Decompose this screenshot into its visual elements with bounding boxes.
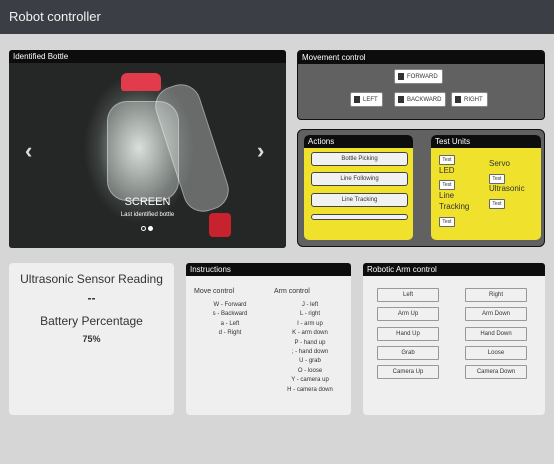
list-item: W - Forward: [213, 302, 247, 308]
test-units-card: Test Units Test LED Test Line Tracking T…: [431, 135, 541, 240]
bottle-picking-button[interactable]: Bottle Picking: [311, 152, 408, 166]
list-item: O - loose: [297, 367, 323, 374]
led-test-button[interactable]: Test: [439, 180, 455, 190]
backward-label: BACKWARD: [407, 96, 442, 103]
battery-title: Battery Percentage: [40, 314, 143, 328]
line-tracking-test-button[interactable]: Test: [439, 217, 455, 227]
line-following-button[interactable]: Line Following: [311, 172, 408, 186]
key-icon: [354, 96, 360, 103]
forward-label: FORWARD: [407, 73, 438, 80]
forward-button[interactable]: FORWARD: [394, 69, 443, 84]
list-item: a - Left: [220, 320, 240, 327]
line-label: Line: [439, 191, 455, 200]
key-icon: [398, 96, 404, 103]
movement-header: Movement control: [298, 51, 544, 64]
instructions-card: Instructions Move control W - Forward s …: [186, 263, 351, 415]
arm-control-title: Arm control: [274, 288, 310, 295]
arm-right-button[interactable]: Right: [465, 288, 527, 302]
list-item: U - grab: [299, 358, 321, 365]
ultrasonic-title: Ultrasonic Sensor Reading: [20, 272, 163, 286]
list-item: K - arm down: [292, 330, 328, 337]
list-item: I - arm up: [297, 320, 323, 327]
app-title: Robot controller: [9, 9, 101, 24]
carousel-caption-title: SCREEN: [124, 196, 171, 208]
key-icon: [398, 73, 404, 80]
list-item: d - Right: [218, 330, 242, 337]
list-item: L - right: [299, 311, 321, 318]
robotic-arm-card: Robotic Arm control Left Arm Up Hand Up …: [363, 263, 545, 415]
loose-button[interactable]: Loose: [465, 346, 527, 360]
camera-down-button[interactable]: Camera Down: [465, 365, 527, 379]
left-label: LEFT: [363, 96, 378, 103]
list-item: J - left: [301, 302, 319, 308]
move-control-list: W - Forward s - Backward a - Left d - Ri…: [194, 301, 266, 339]
list-item: s - Backward: [212, 311, 248, 318]
camera-up-button[interactable]: Camera Up: [377, 365, 439, 379]
list-item: ; - hand down: [291, 349, 329, 356]
test-units-header: Test Units: [431, 135, 541, 148]
actions-header: Actions: [304, 135, 413, 148]
tracking-label: Tracking: [439, 202, 470, 211]
carousel-prev-button[interactable]: ‹: [25, 138, 32, 164]
servo-test-button[interactable]: Test: [489, 174, 505, 184]
carousel-caption-subtitle: Last identified bottle: [120, 212, 175, 218]
identified-bottle-carousel: Identified Bottle ‹ › SCREEN Last identi…: [9, 50, 286, 248]
right-label: RIGHT: [464, 96, 483, 103]
arm-control-list: J - left L - right I - arm up K - arm do…: [278, 301, 342, 395]
ultrasonic-label: Ultrasonic: [489, 184, 525, 193]
carousel-header: Identified Bottle: [9, 50, 286, 63]
sensor-card: Ultrasonic Sensor Reading -- Battery Per…: [9, 263, 174, 415]
arm-up-button[interactable]: Arm Up: [377, 307, 439, 321]
right-button[interactable]: RIGHT: [451, 92, 488, 107]
grab-button[interactable]: Grab: [377, 346, 439, 360]
arm-down-button[interactable]: Arm Down: [465, 307, 527, 321]
extra-action-button[interactable]: [311, 214, 408, 220]
app-header: Robot controller: [0, 0, 554, 34]
list-item: Y - camera up: [291, 377, 329, 384]
hand-down-button[interactable]: Hand Down: [465, 327, 527, 341]
bottle-image: [9, 63, 286, 248]
instructions-header: Instructions: [186, 263, 351, 276]
carousel-indicator-1[interactable]: [141, 226, 146, 231]
line-tracking-button[interactable]: Line Tracking: [311, 193, 408, 207]
move-control-title: Move control: [194, 288, 235, 295]
ultrasonic-test-button[interactable]: Test: [489, 199, 505, 209]
backward-button[interactable]: BACKWARD: [394, 92, 447, 107]
ultrasonic-reading: --: [87, 291, 96, 305]
key-icon: [455, 96, 461, 103]
actions-test-panel: Actions Bottle Picking Line Following Li…: [297, 129, 545, 247]
arm-control-header: Robotic Arm control: [363, 263, 545, 276]
list-item: H - camera down: [287, 386, 333, 393]
hand-up-button[interactable]: Hand Up: [377, 327, 439, 341]
servo-label: Servo: [489, 159, 510, 168]
battery-value: 75%: [82, 334, 101, 344]
movement-control-panel: Movement control FORWARD LEFT BACKWARD R…: [297, 50, 545, 120]
carousel-next-button[interactable]: ›: [257, 138, 264, 164]
test-button-1[interactable]: Test: [439, 155, 455, 165]
led-label: LED: [439, 166, 455, 175]
actions-card: Actions Bottle Picking Line Following Li…: [304, 135, 413, 240]
arm-left-button[interactable]: Left: [377, 288, 439, 302]
bottle-cap: [121, 73, 161, 91]
carousel-indicator-2[interactable]: [148, 226, 153, 231]
list-item: P - hand up: [294, 339, 326, 346]
left-button[interactable]: LEFT: [350, 92, 383, 107]
